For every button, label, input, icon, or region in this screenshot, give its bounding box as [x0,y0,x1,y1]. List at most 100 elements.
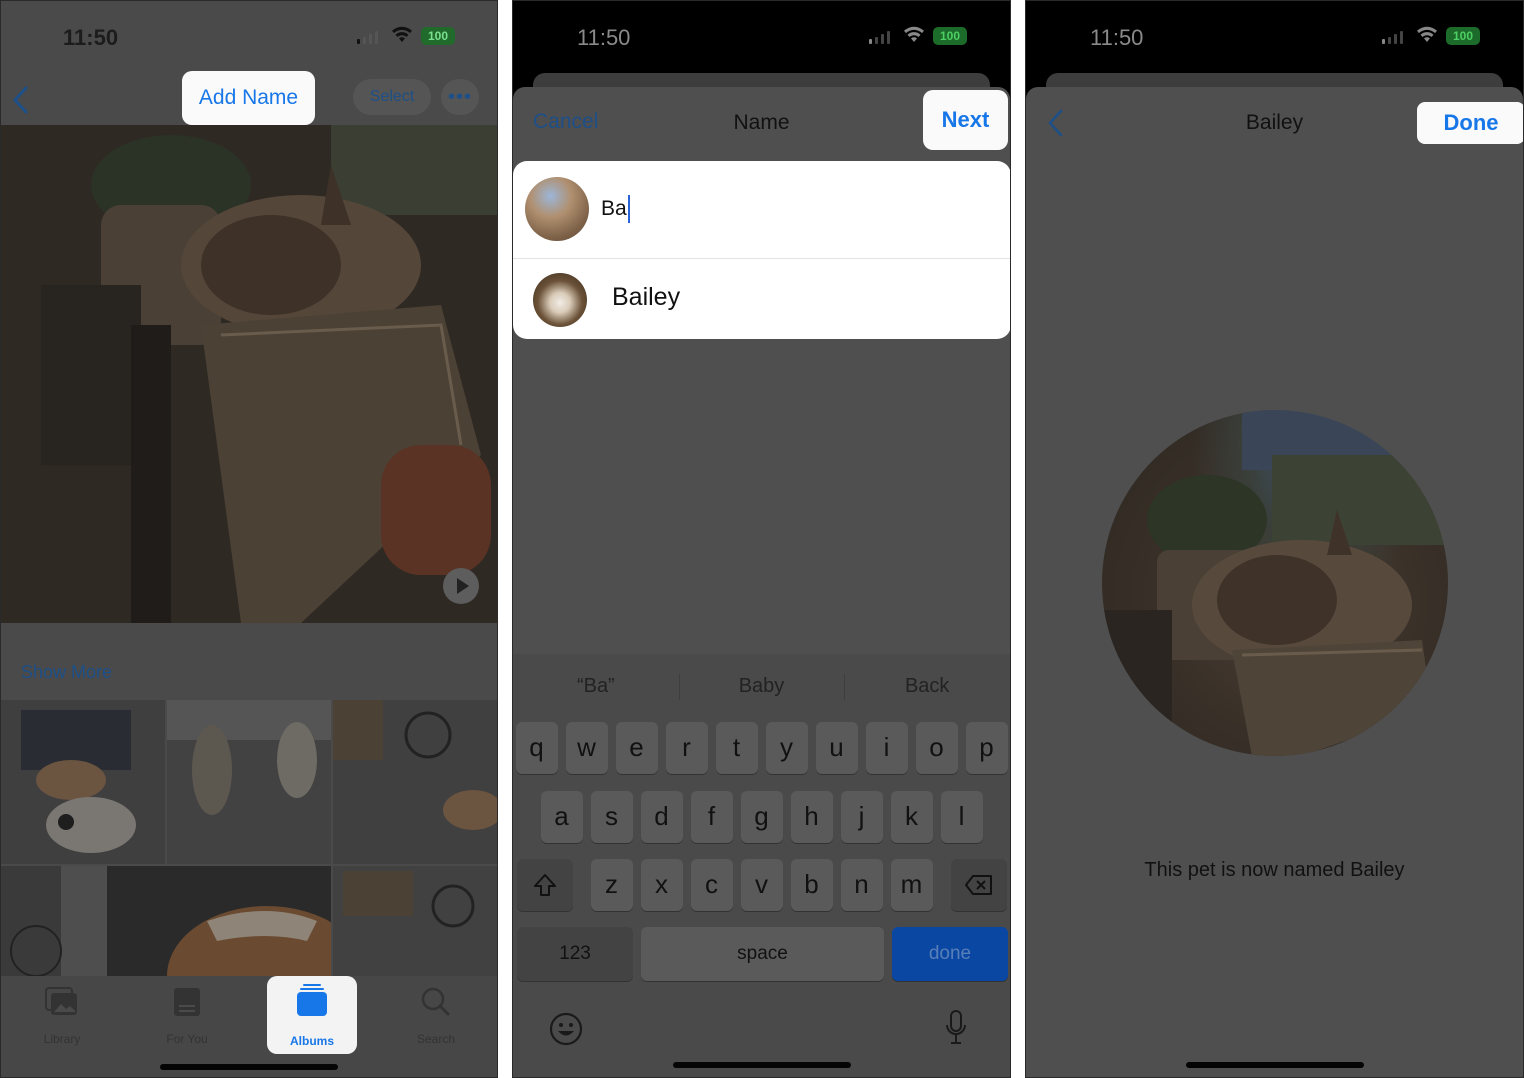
key-u[interactable]: u [815,722,858,774]
key-row-1: qwertyuiop [513,722,1010,774]
key-row-3: zxcvbnm [513,859,1010,911]
done-key[interactable]: done [892,927,1008,981]
status-time: 11:50 [577,25,631,50]
pet-photo-circle [1102,410,1448,756]
status-bar: 11:50 100 [1026,1,1523,71]
more-options-button[interactable]: ••• [441,79,479,115]
pet-avatar [525,177,589,241]
key-d[interactable]: d [640,791,683,843]
tab-search[interactable]: Search [396,982,476,1052]
cellular-signal-icon [1382,30,1403,44]
wifi-icon [1417,26,1437,42]
photo-thumbnail[interactable] [333,700,497,864]
key-f[interactable]: f [690,791,733,843]
confirmation-message: This pet is now named Bailey [1144,859,1405,881]
key-a[interactable]: a [540,791,583,843]
cellular-signal-icon [869,30,890,44]
key-x[interactable]: x [640,859,683,911]
key-j[interactable]: j [840,791,883,843]
key-h[interactable]: h [790,791,833,843]
tab-for-you[interactable]: For You [147,982,227,1052]
suggestion-avatar [533,273,587,327]
key-e[interactable]: e [615,722,658,774]
next-button[interactable]: Next [923,90,1008,150]
prediction-item[interactable]: Back [844,666,1010,706]
wifi-icon [392,26,412,42]
key-v[interactable]: v [740,859,783,911]
suggestion-row[interactable]: Bailey [513,259,1010,339]
battery-icon: 100 [1446,27,1480,45]
key-n[interactable]: n [840,859,883,911]
photo-thumbnail[interactable] [167,700,331,864]
key-q[interactable]: q [515,722,558,774]
home-indicator [672,1062,851,1068]
pet-named-screen: 11:50 100 Bailey Done This pet is now na… [1025,0,1524,1078]
space-key[interactable]: space [641,927,884,981]
wifi-icon [904,26,924,42]
back-chevron-icon[interactable] [9,85,33,115]
key-r[interactable]: r [665,722,708,774]
prediction-item[interactable]: Baby [678,666,845,706]
people-pet-screen: 11:50 100 Add Name Select ••• Show More [0,0,498,1078]
name-input-row[interactable]: Ba [513,161,1010,259]
for-you-icon [174,988,200,1016]
status-bar: 11:50 100 [513,1,1010,71]
keyboard: “Ba” Baby Back qwertyuiop asdfghjkl zxcv… [513,654,1010,1077]
microphone-icon[interactable] [945,1010,967,1046]
battery-icon: 100 [933,27,967,45]
name-input[interactable]: Ba [601,195,630,223]
key-z[interactable]: z [590,859,633,911]
albums-icon [297,984,327,1016]
search-icon [421,987,450,1016]
numbers-key[interactable]: 123 [517,927,633,981]
key-row-2: asdfghjkl [513,791,1010,843]
tab-library[interactable]: Library [22,982,102,1052]
photo-thumbnail[interactable] [1,700,165,864]
key-o[interactable]: o [915,722,958,774]
select-button[interactable]: Select [353,79,431,115]
backspace-icon [964,875,992,895]
name-card: Ba Bailey [513,161,1010,339]
home-indicator [160,1064,338,1070]
key-p[interactable]: p [965,722,1008,774]
cellular-signal-icon [357,30,378,44]
photo-thumbnail[interactable] [1,866,107,976]
key-y[interactable]: y [765,722,808,774]
key-w[interactable]: w [565,722,608,774]
play-video-button[interactable] [443,568,479,604]
text-caret [627,195,630,223]
dog-photo-image [1,125,497,623]
photo-thumbnail[interactable] [333,866,497,976]
key-s[interactable]: s [590,791,633,843]
prediction-item[interactable]: “Ba” [513,666,679,706]
key-t[interactable]: t [715,722,758,774]
status-time: 11:50 [1090,25,1144,50]
featured-photo[interactable] [1,125,497,623]
photo-library-icon [45,987,77,1015]
suggestion-name: Bailey [612,283,681,311]
shift-key[interactable] [516,859,573,911]
photo-thumbnail[interactable] [107,866,331,976]
add-name-button[interactable]: Add Name [182,71,315,125]
battery-icon: 100 [421,27,455,45]
photo-grid [1,700,497,976]
key-c[interactable]: c [690,859,733,911]
prediction-bar: “Ba” Baby Back [513,666,1010,706]
pet-photo-image [1102,410,1448,756]
tab-albums[interactable]: Albums [267,976,357,1054]
emoji-icon[interactable] [549,1012,583,1046]
key-m[interactable]: m [890,859,933,911]
key-k[interactable]: k [890,791,933,843]
home-indicator [1185,1062,1364,1068]
key-i[interactable]: i [865,722,908,774]
show-more-link[interactable]: Show More [21,662,112,683]
key-g[interactable]: g [740,791,783,843]
done-button[interactable]: Done [1417,102,1523,144]
key-l[interactable]: l [940,791,983,843]
tab-bar: Library For You Albums Search [1,976,497,1077]
key-row-bottom: 123 space done [517,927,1008,981]
status-time: 11:50 [63,25,119,50]
name-entry-screen: 11:50 100 Cancel Name Next Ba Bailey “Ba… [512,0,1011,1078]
key-b[interactable]: b [790,859,833,911]
backspace-key[interactable] [950,859,1007,911]
